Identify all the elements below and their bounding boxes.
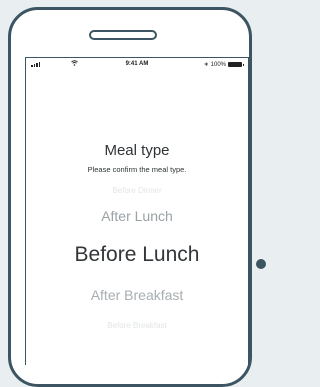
status-right: ∗ 100% — [203, 61, 244, 68]
picker-option[interactable]: After Breakfast — [26, 287, 248, 303]
battery-percent: 100% — [210, 61, 226, 68]
page-subtitle: Please confirm the meal type. — [87, 165, 187, 174]
bluetooth-icon: ∗ — [203, 62, 209, 68]
picker-option[interactable]: After Lunch — [26, 208, 248, 224]
phone-speaker — [89, 30, 157, 40]
phone-screen: 9:41 AM ∗ 100% Meal type Please confirm … — [25, 57, 249, 365]
picker-option[interactable]: Before Breakfast — [26, 321, 248, 330]
side-button — [256, 259, 266, 269]
picker-option-selected[interactable]: Before Lunch — [26, 243, 248, 267]
page-title: Meal type — [104, 142, 170, 159]
status-bar: 9:41 AM ∗ 100% — [26, 58, 248, 72]
battery-icon — [228, 62, 244, 67]
picker-option[interactable]: Before Dinner — [26, 186, 248, 195]
